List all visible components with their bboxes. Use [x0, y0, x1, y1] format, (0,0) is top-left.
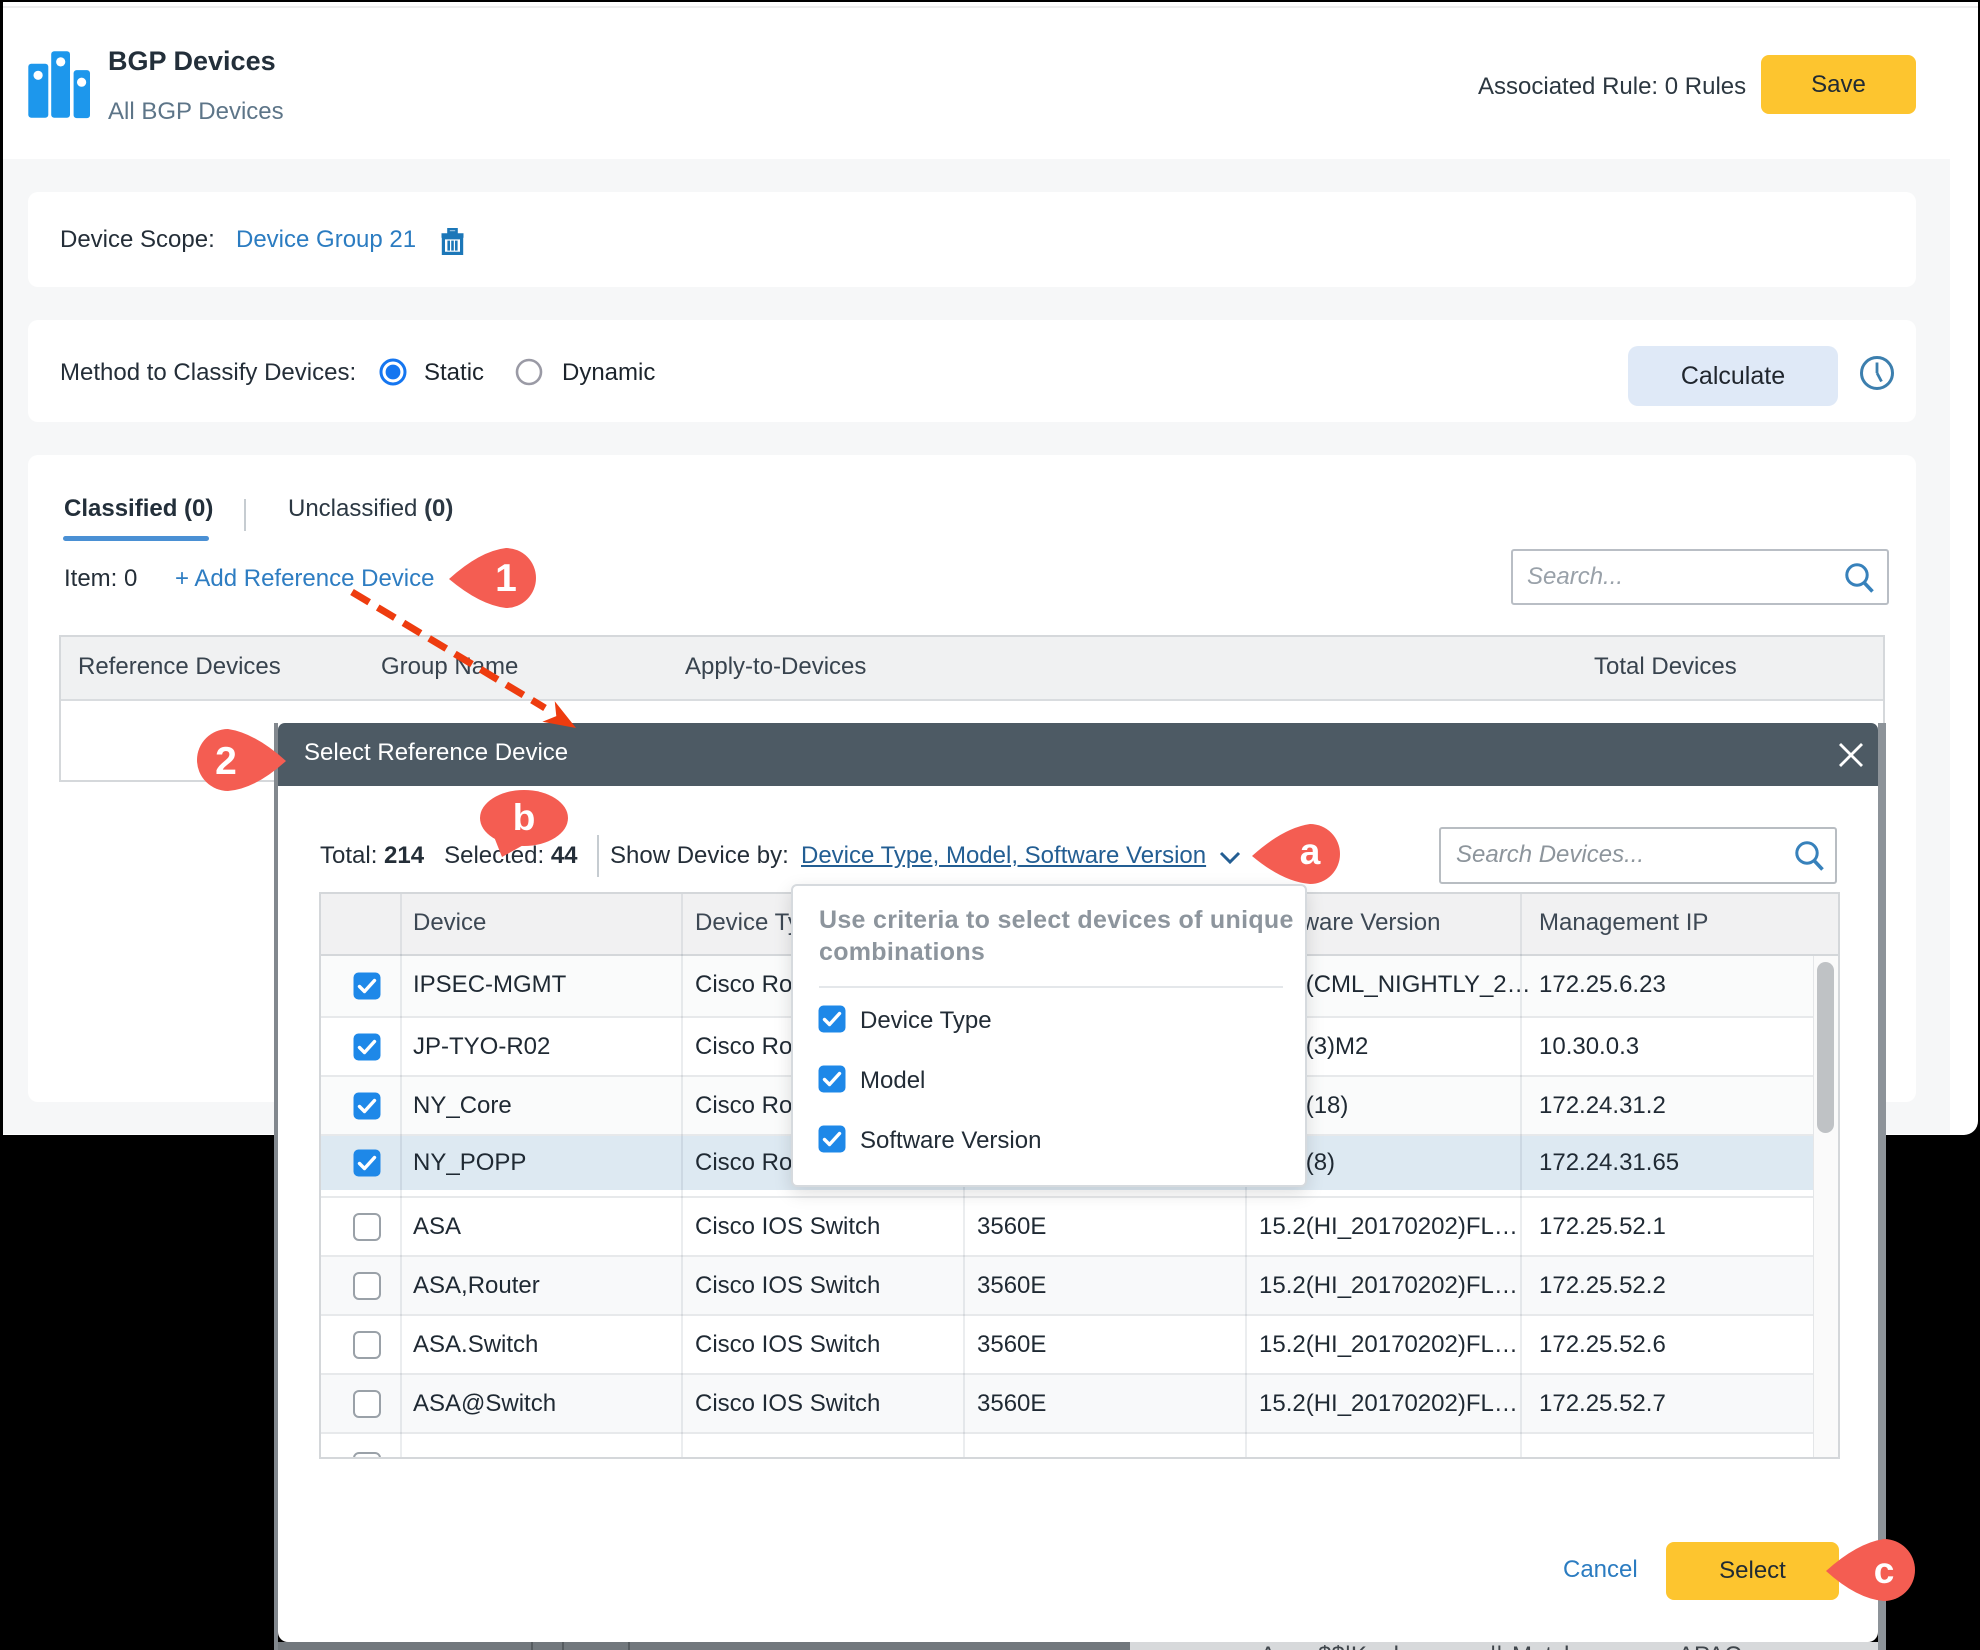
svg-text:a: a: [1300, 831, 1321, 872]
svg-text:1: 1: [495, 557, 517, 600]
svg-text:b: b: [513, 797, 536, 838]
svg-text:2: 2: [215, 740, 237, 783]
svg-text:c: c: [1874, 1550, 1895, 1591]
